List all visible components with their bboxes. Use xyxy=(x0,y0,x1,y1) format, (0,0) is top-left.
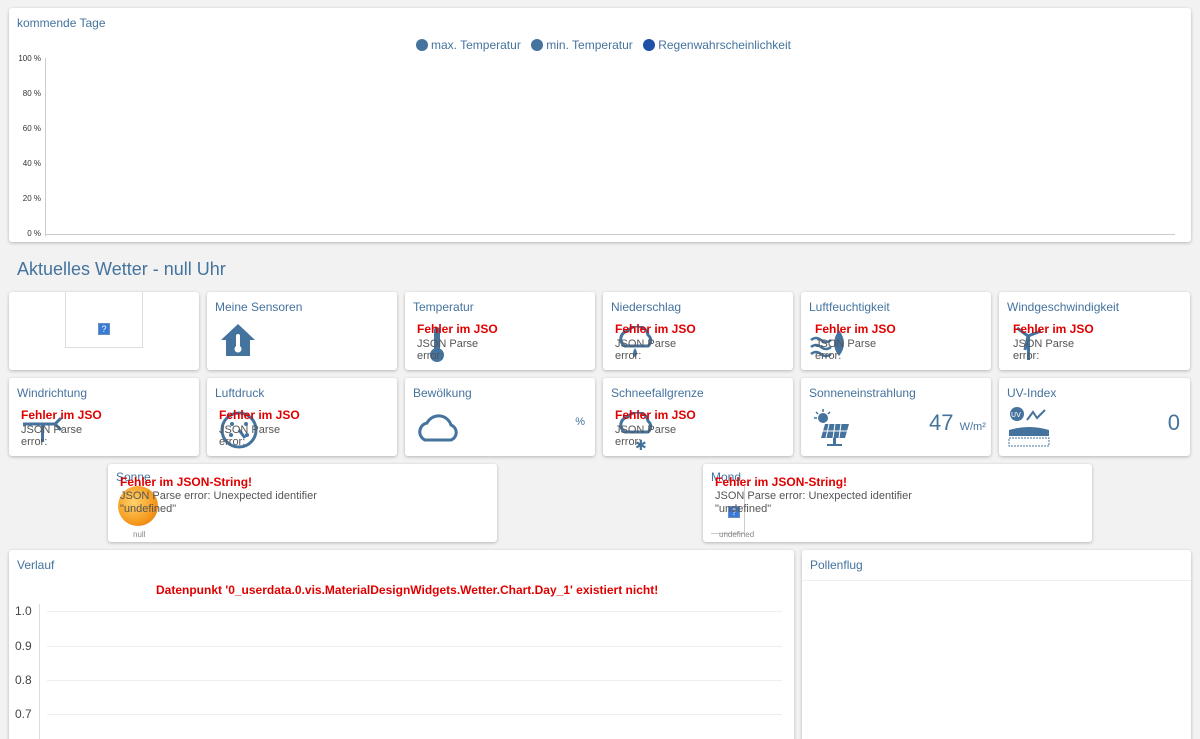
value-unit: W/m² xyxy=(959,421,986,433)
tile-windrichtung: Windrichtung Fehler im JSO JSON Parse er… xyxy=(9,378,199,456)
image-frame xyxy=(65,292,143,348)
error-line: error: xyxy=(815,350,842,362)
legend-min-temp[interactable]: min. Temperatur xyxy=(531,38,633,52)
error-line: "undefined" xyxy=(120,503,177,515)
tile-title: Bewölkung xyxy=(413,386,472,400)
error-title: Fehler im JSO xyxy=(21,408,102,422)
y-axis xyxy=(39,604,40,739)
tile-uvindex: UV-Index UV 0 xyxy=(999,378,1190,456)
error-title: Fehler im JSON-String! xyxy=(715,475,848,489)
error-line: "undefined" xyxy=(715,503,772,515)
grid-line xyxy=(47,611,782,612)
legend-dot-icon xyxy=(416,39,428,51)
y-tick: 20 % xyxy=(22,194,41,203)
y-tick: 0.7 xyxy=(15,707,32,721)
y-tick: 0.8 xyxy=(15,673,32,687)
tile-sensors[interactable]: Meine Sensoren xyxy=(207,292,397,370)
cloud-icon xyxy=(418,414,458,442)
legend-dot-icon xyxy=(643,39,656,51)
moon-card: Mond ? Fehler im JSON-String! JSON Parse… xyxy=(703,464,1092,542)
error-line: error: xyxy=(417,350,444,362)
error-title: Fehler im JSO xyxy=(417,322,498,336)
uv-index-icon: UV xyxy=(1008,407,1050,447)
error-title: Fehler im JSON-String! xyxy=(120,475,253,489)
broken-image-icon: ? xyxy=(98,323,110,335)
tile-title: Schneefallgrenze xyxy=(611,386,704,400)
unit-label: % xyxy=(575,416,585,428)
legend-label: min. Temperatur xyxy=(546,38,633,52)
value-number: 47 xyxy=(929,410,954,435)
current-weather-heading: Aktuelles Wetter - null Uhr xyxy=(17,259,226,279)
legend-rain-probability[interactable]: Regenwahrscheinlichkeit xyxy=(643,38,791,52)
legend-label: Regenwahrscheinlichkeit xyxy=(658,38,791,52)
tile-title: Temperatur xyxy=(413,300,474,314)
y-tick: 60 % xyxy=(22,124,41,133)
tile-sonneneinstrahlung: Sonneneinstrahlung 47 W/m² xyxy=(801,378,991,456)
tile-image: ? xyxy=(9,292,199,370)
legend-max-temp[interactable]: max. Temperatur xyxy=(416,38,521,52)
y-tick: 40 % xyxy=(22,159,41,168)
uv-value: 0 xyxy=(1167,410,1180,435)
sun-card: Sonne Fehler im JSON-String! JSON Parse … xyxy=(108,464,497,542)
y-tick: 1.0 xyxy=(15,604,32,618)
tile-luftdruck: Luftdruck Fehler im JSO JSON Parse error… xyxy=(207,378,397,456)
tile-title: Windrichtung xyxy=(17,386,88,400)
error-line: error: xyxy=(21,436,48,448)
history-error: Datenpunkt '0_userdata.0.vis.MaterialDes… xyxy=(156,583,659,597)
pollen-divider xyxy=(802,580,1191,581)
tile-niederschlag: Niederschlag Fehler im JSO JSON Parse er… xyxy=(603,292,793,370)
error-line: error: xyxy=(1013,350,1040,362)
y-axis xyxy=(45,58,46,236)
tile-title: Meine Sensoren xyxy=(215,300,303,314)
error-line: JSON Parse error: Unexpected identifier xyxy=(120,490,317,502)
pollen-title: Pollenflug xyxy=(810,558,863,572)
error-title: Fehler im JSO xyxy=(219,408,300,422)
x-axis xyxy=(45,234,1175,235)
y-tick: 100 % xyxy=(18,54,41,63)
tile-schneefallgrenze: Schneefallgrenze ✱ Fehler im JSO JSON Pa… xyxy=(603,378,793,456)
tile-title: Luftdruck xyxy=(215,386,265,400)
error-title: Fehler im JSO xyxy=(815,322,896,336)
moon-caption: undefined xyxy=(719,530,755,539)
forecast-legend: max. Temperatur min. Temperatur Regenwah… xyxy=(416,38,797,56)
history-card: Verlauf Datenpunkt '0_userdata.0.vis.Mat… xyxy=(9,550,794,739)
forecast-card: kommende Tage max. Temperatur min. Tempe… xyxy=(9,8,1191,242)
y-tick: 0 % xyxy=(27,229,41,238)
pollen-card: Pollenflug xyxy=(802,550,1191,739)
grid-line xyxy=(47,646,782,647)
tile-luftfeuchtigkeit: Luftfeuchtigkeit Fehler im JSO JSON Pars… xyxy=(801,292,991,370)
y-tick: 0.9 xyxy=(15,639,32,653)
tile-title: Luftfeuchtigkeit xyxy=(809,300,890,314)
tile-title: Windgeschwindigkeit xyxy=(1007,300,1120,314)
legend-dot-icon xyxy=(531,39,544,51)
y-tick: 80 % xyxy=(22,89,41,98)
tile-title: Niederschlag xyxy=(611,300,682,314)
tile-title: UV-Index xyxy=(1007,386,1057,400)
legend-label: max. Temperatur xyxy=(431,38,521,52)
error-line: error: xyxy=(615,350,642,362)
error-title: Fehler im JSO xyxy=(615,322,696,336)
error-line: error: xyxy=(615,436,642,448)
tile-title: Sonneneinstrahlung xyxy=(809,386,916,400)
tile-bewoelkung: Bewölkung % xyxy=(405,378,595,456)
error-title: Fehler im JSO xyxy=(1013,322,1094,336)
error-line: error: xyxy=(219,436,246,448)
solar-panel-icon xyxy=(814,409,849,446)
tile-temperatur: Temperatur Fehler im JSO JSON Parse erro… xyxy=(405,292,595,370)
sun-caption: null xyxy=(133,530,146,539)
tile-windgeschwindigkeit: Windgeschwindigkeit Fehler im JSO JSON P… xyxy=(999,292,1190,370)
forecast-title: kommende Tage xyxy=(17,16,106,30)
grid-line xyxy=(47,714,782,715)
history-title: Verlauf xyxy=(17,558,55,572)
grid-line xyxy=(47,680,782,681)
error-line: JSON Parse error: Unexpected identifier xyxy=(715,490,912,502)
error-title: Fehler im JSO xyxy=(615,408,696,422)
svg-text:UV: UV xyxy=(1011,411,1021,419)
house-thermometer-icon xyxy=(221,324,255,356)
irradiance-value: 47 W/m² xyxy=(929,410,986,436)
